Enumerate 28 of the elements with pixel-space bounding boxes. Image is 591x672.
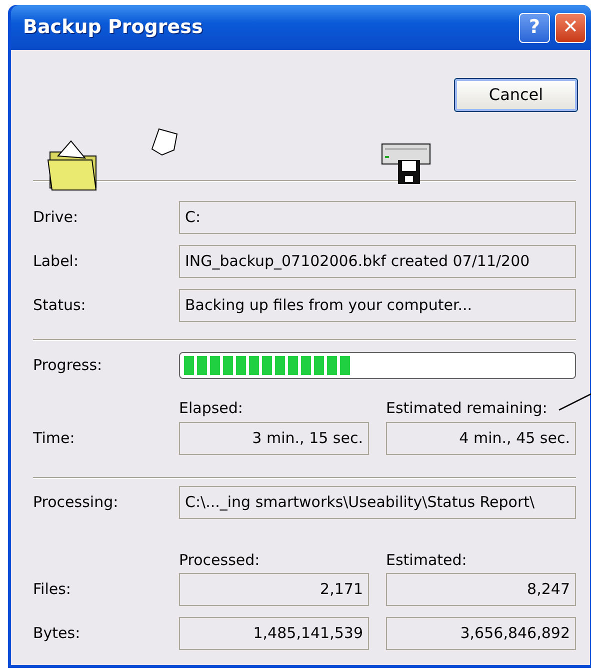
column-header: Estimated: [386, 550, 467, 568]
field-label: Drive: [33, 207, 80, 228]
field-label: Status: [33, 295, 87, 316]
field-label: Bytes: [33, 623, 82, 644]
field-label: Progress: [33, 355, 104, 376]
value-field: Backing up files from your computer... [179, 289, 576, 322]
value-field: 8,247 [386, 573, 576, 606]
field-label: Processing: [33, 492, 120, 513]
value-field: ING_backup_07102006.bkf created 07/11/200 [179, 245, 576, 278]
value-field: C:\..._ing smartworks\Useability\Status Report\ [179, 486, 576, 518]
help-button[interactable]: ? [519, 12, 550, 42]
value-field: 4 min., 45 sec. [386, 422, 576, 454]
value-field: 1,485,141,539 [179, 617, 369, 650]
leader-line [558, 393, 591, 411]
value-field: 3 min., 15 sec. [179, 422, 369, 454]
value-field: C: [179, 201, 576, 234]
cancel-button[interactable]: Cancel [454, 78, 578, 112]
value-field: 3,656,846,892 [386, 617, 576, 650]
column-header: Estimated remaining: [386, 399, 548, 417]
drive-icon [381, 142, 433, 186]
field-label: Label: [33, 251, 80, 272]
value-field: 2,171 [179, 573, 369, 606]
column-header: Elapsed: [179, 399, 243, 417]
window-title: Backup Progress [23, 15, 204, 40]
field-label: Time: [33, 428, 76, 449]
close-button[interactable]: ✕ [555, 12, 586, 42]
field-label: Files: [33, 579, 72, 600]
column-header: Processed: [179, 550, 260, 568]
